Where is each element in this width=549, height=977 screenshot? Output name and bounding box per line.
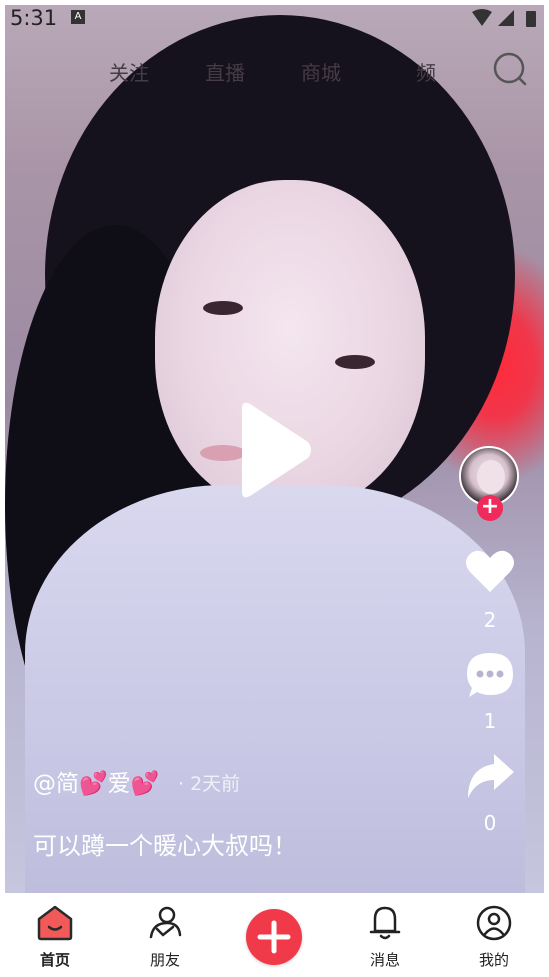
nav-friends[interactable]: 朋友 [110, 893, 220, 977]
notification-icon: A [71, 10, 85, 24]
author-name[interactable]: @简💕爱💕 [33, 764, 159, 798]
friends-icon [149, 906, 182, 939]
signal-icon [498, 10, 514, 26]
wifi-icon [472, 9, 492, 26]
status-icons [472, 9, 536, 27]
bottom-nav: 首页 朋友 消息 我的 [0, 893, 549, 977]
share-count: 0 [483, 811, 497, 835]
like-count: 2 [483, 608, 497, 632]
video-description: 可以蹲一个暖心大叔吗！ [33, 832, 297, 860]
nav-messages[interactable]: 消息 [330, 893, 440, 977]
create-button[interactable] [246, 909, 302, 965]
nav-profile-label: 我的 [478, 951, 509, 969]
feed-tabs: 关注 直播 商城 频 [0, 50, 549, 90]
follow-button[interactable]: + [477, 495, 503, 521]
video-frame-eye [203, 301, 243, 315]
app-screen: 5:31 A 关注 直播 商城 频 + 2 1 0 @简💕爱💕 · 2天前 可以… [0, 0, 549, 977]
comment-count: 1 [483, 709, 497, 733]
battery-icon [526, 11, 536, 27]
tab-following[interactable]: 关注 [109, 57, 149, 86]
nav-profile[interactable]: 我的 [439, 893, 549, 977]
nav-friends-label: 朋友 [149, 951, 180, 969]
video-frame-eye [335, 355, 375, 369]
status-bar: 5:31 A [0, 0, 549, 38]
status-time: 5:31 [10, 6, 58, 30]
like-icon[interactable] [464, 548, 516, 594]
nav-messages-label: 消息 [369, 951, 400, 969]
comment-icon[interactable] [465, 651, 515, 699]
message-bell-icon [369, 906, 401, 940]
search-icon[interactable] [493, 52, 527, 86]
tab-live[interactable]: 直播 [205, 57, 245, 86]
profile-icon [476, 905, 512, 941]
tab-mall[interactable]: 商城 [301, 57, 341, 86]
nav-home[interactable]: 首页 [0, 893, 110, 977]
tab-video[interactable]: 频 [416, 57, 436, 86]
plus-icon [257, 920, 291, 954]
post-time: · 2天前 [178, 773, 241, 795]
share-icon[interactable] [464, 752, 516, 800]
play-icon[interactable] [234, 400, 314, 500]
avatar-face [477, 460, 505, 494]
home-icon [37, 905, 73, 941]
nav-home-label: 首页 [39, 951, 70, 969]
